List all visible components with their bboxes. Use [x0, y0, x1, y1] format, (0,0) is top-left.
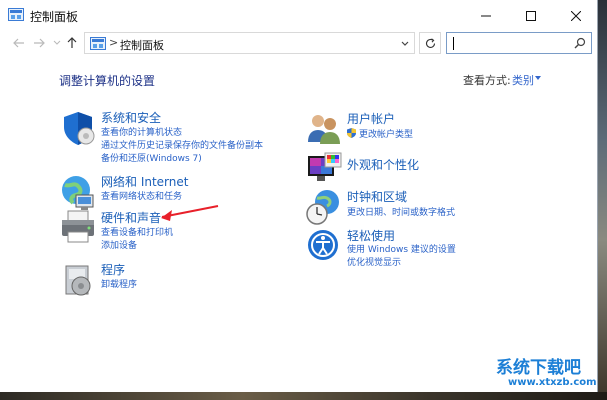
desktop-background-bottom: [0, 392, 607, 400]
up-button[interactable]: [64, 35, 80, 51]
category-link[interactable]: 优化视觉显示: [347, 255, 401, 268]
display-personalization-icon[interactable]: [305, 151, 343, 189]
maximize-button[interactable]: [508, 0, 553, 31]
chevron-down-icon[interactable]: [399, 37, 411, 49]
category-link[interactable]: 更改日期、时间或数字格式: [347, 205, 455, 218]
chevron-down-icon: [53, 40, 61, 45]
category-title[interactable]: 系统和安全: [101, 109, 161, 126]
back-arrow-icon: [13, 38, 24, 48]
category-link[interactable]: 查看你的计算机状态: [101, 125, 182, 138]
back-button[interactable]: [11, 35, 27, 51]
view-by-dropdown[interactable]: 类别: [512, 72, 534, 88]
navigation-bar: > 控制面板: [0, 31, 598, 55]
refresh-button[interactable]: [419, 32, 441, 54]
desktop-background: [598, 0, 607, 400]
up-arrow-icon: [67, 37, 77, 48]
accessibility-icon[interactable]: [305, 227, 343, 265]
page-title: 调整计算机的设置: [59, 74, 156, 88]
category-title[interactable]: 时钟和区域: [347, 188, 407, 205]
breadcrumb-control-panel[interactable]: 控制面板: [120, 37, 164, 53]
search-icon[interactable]: [574, 37, 586, 49]
address-bar[interactable]: > 控制面板: [84, 32, 415, 54]
category-link[interactable]: 备份和还原(Windows 7): [101, 151, 202, 164]
annotation-arrow: [161, 205, 219, 221]
category-link[interactable]: 更改帐户类型: [359, 127, 413, 140]
category-title[interactable]: 外观和个性化: [347, 156, 419, 173]
shield-icon[interactable]: [59, 109, 97, 147]
category-link[interactable]: 卸载程序: [101, 277, 137, 290]
watermark-url: www.xtxzb.com: [508, 377, 597, 388]
forward-button[interactable]: [31, 35, 47, 51]
watermark-brand: 系统下载吧: [496, 358, 581, 378]
category-title[interactable]: 用户帐户: [347, 110, 395, 127]
window-title: 控制面板: [30, 10, 79, 24]
text-cursor: [453, 37, 454, 50]
minimize-icon: [480, 15, 491, 16]
view-by-label: 查看方式:: [463, 74, 511, 87]
control-panel-icon: [90, 37, 106, 50]
maximize-icon: [525, 10, 536, 21]
close-button[interactable]: [553, 0, 598, 31]
category-title[interactable]: 程序: [101, 261, 125, 278]
category-link[interactable]: 使用 Windows 建议的设置: [347, 242, 456, 255]
users-icon[interactable]: [305, 110, 343, 148]
category-link[interactable]: 添加设备: [101, 238, 137, 251]
breadcrumb-separator[interactable]: >: [109, 36, 118, 49]
uac-shield-icon: [347, 128, 356, 138]
programs-icon[interactable]: [59, 260, 97, 298]
control-panel-icon: [8, 8, 24, 21]
close-icon: [570, 10, 581, 21]
title-bar[interactable]: 控制面板: [0, 0, 598, 31]
search-input[interactable]: [446, 32, 592, 54]
category-link[interactable]: 查看设备和打印机: [101, 225, 173, 238]
category-title[interactable]: 硬件和声音: [101, 209, 161, 226]
chevron-down-icon[interactable]: [535, 76, 541, 80]
clock-globe-icon[interactable]: [305, 188, 343, 226]
refresh-icon: [425, 37, 435, 48]
printer-icon[interactable]: [59, 208, 97, 246]
control-panel-window: 控制面板 > 控制面板 调整计算机的设置 查看方式: 类别 系统和安全 查看你的…: [0, 0, 598, 392]
minimize-button[interactable]: [463, 0, 508, 31]
category-link[interactable]: 通过文件历史记录保存你的文件备份副本: [101, 138, 263, 151]
category-link[interactable]: 查看网络状态和任务: [101, 189, 182, 202]
globe-network-icon[interactable]: [59, 173, 97, 211]
category-title[interactable]: 网络和 Internet: [101, 173, 188, 190]
recent-locations-button[interactable]: [49, 35, 65, 51]
forward-arrow-icon: [34, 38, 45, 48]
